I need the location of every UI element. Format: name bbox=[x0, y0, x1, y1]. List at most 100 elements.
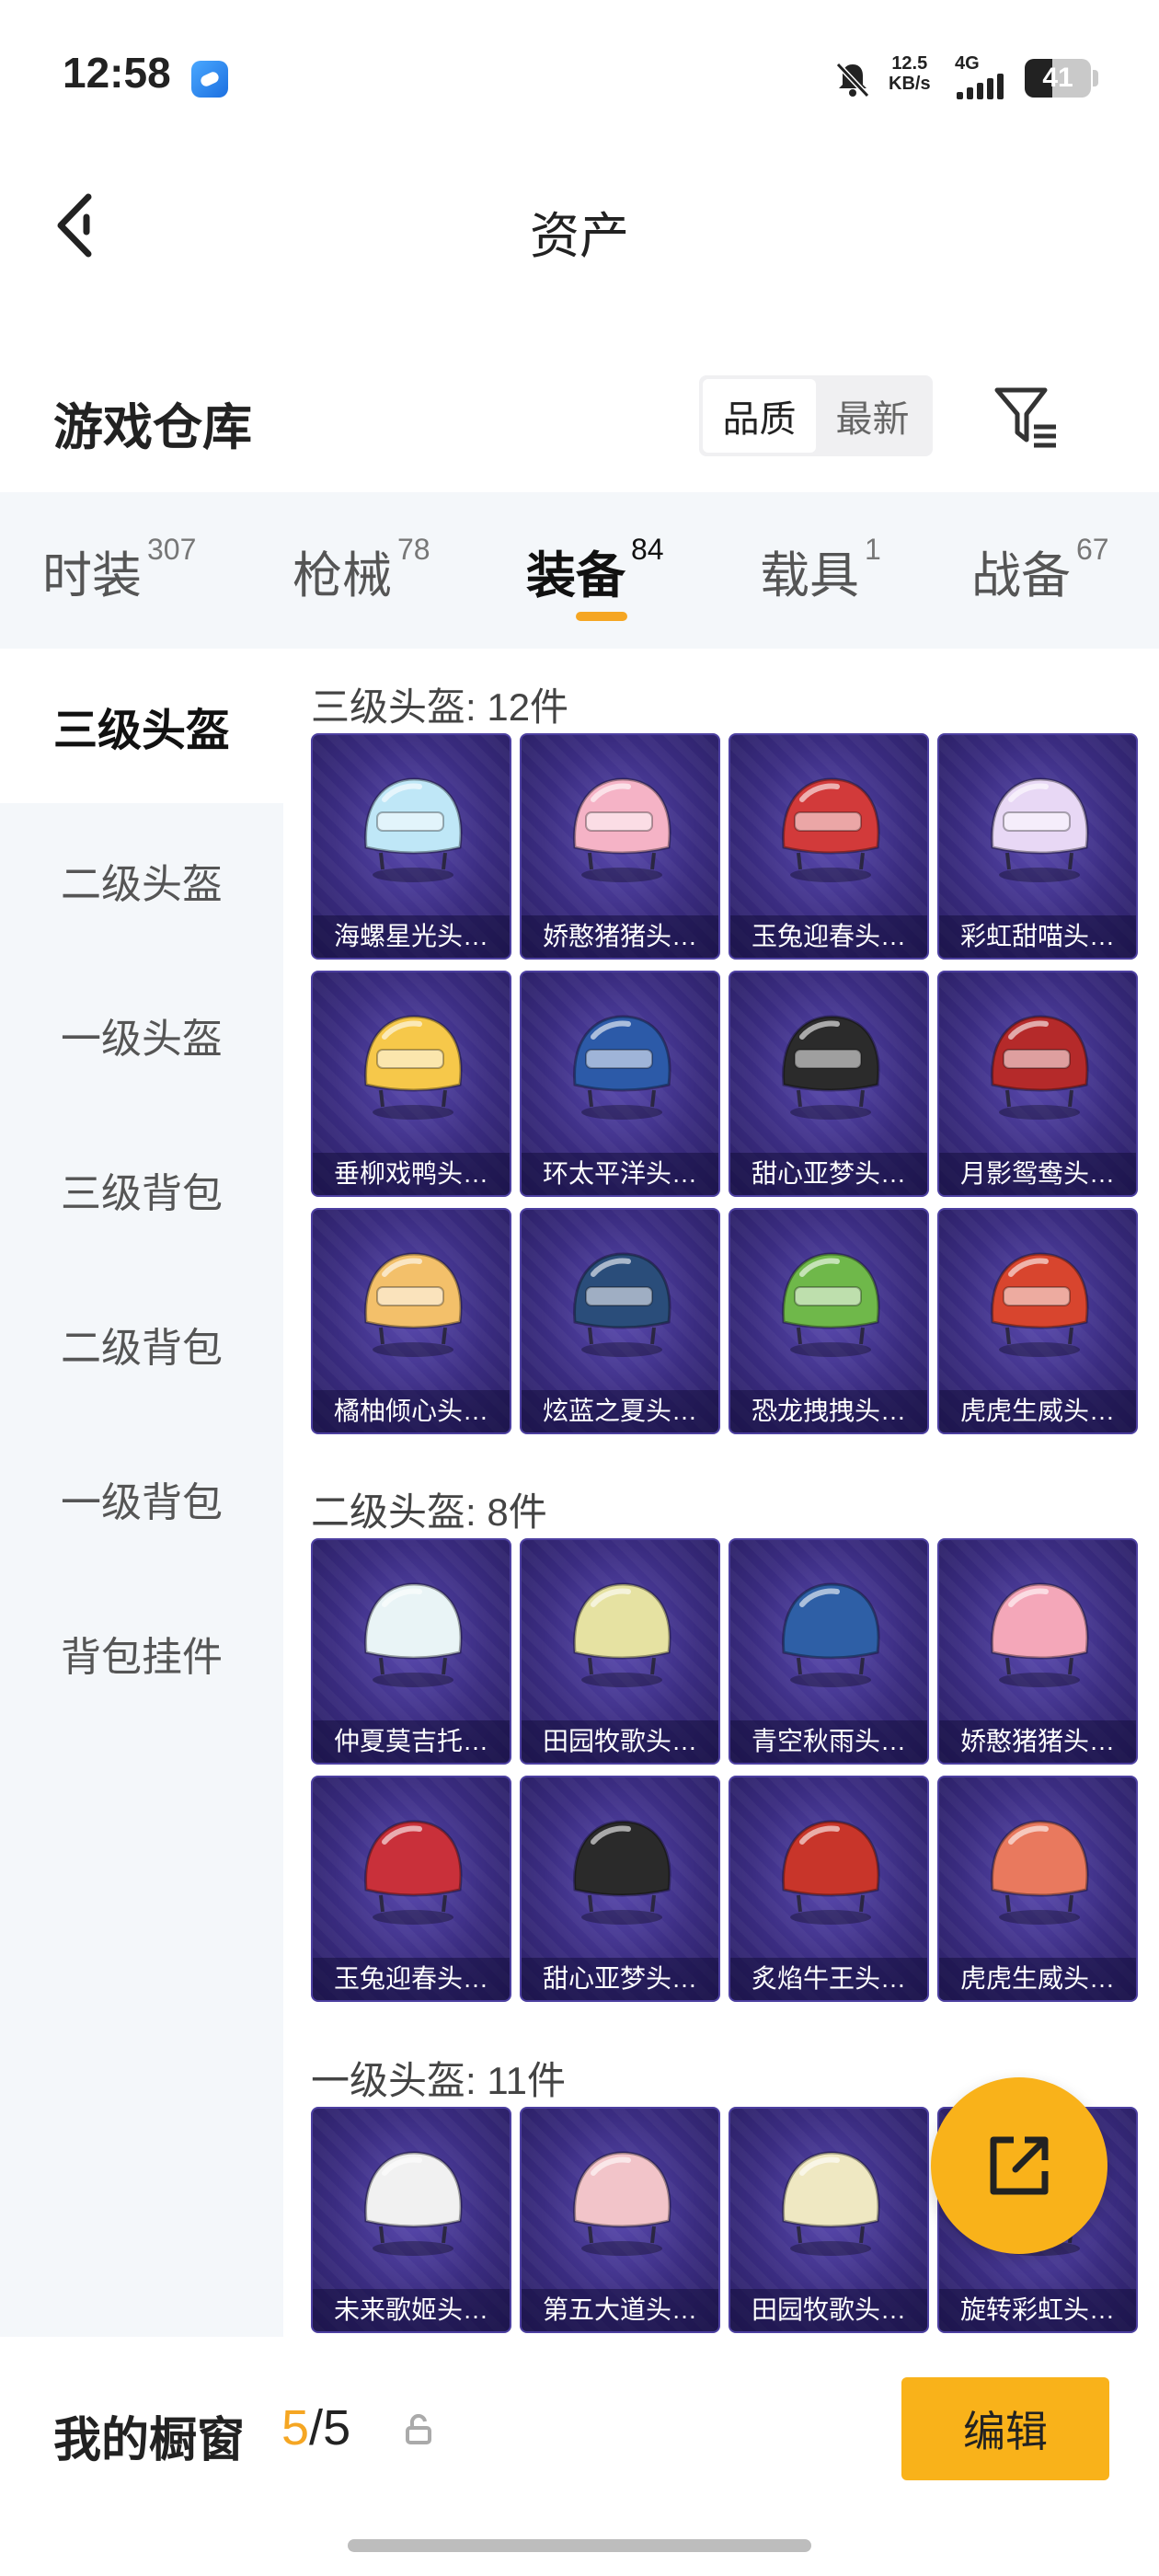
tab-count: 1 bbox=[865, 533, 881, 566]
tab-label: 装备 bbox=[526, 548, 625, 604]
showcase-label: 我的橱窗 bbox=[53, 2414, 246, 2467]
group-title-level2: 二级头盔: 8件 bbox=[311, 1490, 547, 1534]
item-card[interactable]: 恐龙拽拽头… bbox=[729, 1208, 929, 1434]
item-name: 玉兔迎春头… bbox=[313, 1958, 510, 2000]
item-card[interactable]: 第五大道头… bbox=[520, 2107, 720, 2333]
helmet-icon bbox=[573, 2151, 671, 2256]
sort-option-quality[interactable]: 品质 bbox=[703, 379, 816, 453]
item-name: 月影鸳鸯头… bbox=[939, 1153, 1136, 1195]
sort-toggle: 品质 最新 bbox=[699, 375, 933, 456]
active-tab-indicator bbox=[576, 612, 627, 621]
helmet-icon bbox=[364, 2151, 463, 2256]
showcase-separator: / bbox=[309, 2400, 324, 2455]
tab-count: 307 bbox=[147, 533, 197, 566]
item-name: 田园牧歌头… bbox=[730, 2289, 927, 2331]
helmet-icon bbox=[573, 1820, 671, 1925]
item-name: 炫蓝之夏头… bbox=[522, 1390, 718, 1432]
edit-button[interactable]: 编辑 bbox=[901, 2377, 1109, 2480]
item-card[interactable]: 炙焰牛王头… bbox=[729, 1776, 929, 2002]
item-card[interactable]: 娇憨猪猪头… bbox=[937, 1538, 1138, 1765]
item-card[interactable]: 环太平洋头… bbox=[520, 971, 720, 1197]
tab-combat-gear[interactable]: 战备 67 bbox=[971, 533, 1109, 607]
item-card[interactable]: 彩虹甜喵头… bbox=[937, 733, 1138, 960]
showcase-current: 5 bbox=[281, 2400, 310, 2455]
share-button[interactable] bbox=[931, 2077, 1107, 2254]
item-name: 第五大道头… bbox=[522, 2289, 718, 2331]
sidebar-item-level3-helmet[interactable]: 三级头盔 bbox=[0, 649, 283, 803]
item-card[interactable]: 玉兔迎春头… bbox=[311, 1776, 511, 2002]
item-card[interactable]: 田园牧歌头… bbox=[729, 2107, 929, 2333]
sidebar-item-level2-backpack[interactable]: 二级背包 bbox=[0, 1267, 283, 1421]
item-card[interactable]: 垂柳戏鸭头… bbox=[311, 971, 511, 1197]
network-speed-unit: KB/s bbox=[889, 74, 931, 94]
item-card[interactable]: 海螺星光头… bbox=[311, 733, 511, 960]
sidebar-item-level1-helmet[interactable]: 一级头盔 bbox=[0, 958, 283, 1112]
page-title: 资产 bbox=[530, 209, 629, 264]
group-title-level1: 一级头盔: 11件 bbox=[311, 2059, 566, 2102]
item-card[interactable]: 玉兔迎春头… bbox=[729, 733, 929, 960]
tab-vehicles[interactable]: 载具 1 bbox=[760, 533, 881, 607]
item-card[interactable]: 甜心亚梦头… bbox=[520, 1776, 720, 2002]
item-card[interactable]: 仲夏莫吉托… bbox=[311, 1538, 511, 1765]
tab-label: 枪械 bbox=[293, 548, 392, 604]
item-card[interactable]: 炫蓝之夏头… bbox=[520, 1208, 720, 1434]
item-name: 炙焰牛王头… bbox=[730, 1958, 927, 2000]
sidebar-item-level2-helmet[interactable]: 二级头盔 bbox=[0, 803, 283, 958]
helmet-icon bbox=[782, 1252, 880, 1357]
item-card[interactable]: 娇憨猪猪头… bbox=[520, 733, 720, 960]
tab-count: 84 bbox=[631, 533, 664, 566]
helmet-icon bbox=[364, 1820, 463, 1925]
item-card[interactable]: 虎虎生威头… bbox=[937, 1208, 1138, 1434]
lock-icon bbox=[406, 2414, 431, 2444]
tab-count: 78 bbox=[397, 533, 430, 566]
helmet-icon bbox=[782, 1820, 880, 1925]
category-tabs: 时装 307 枪械 78 装备 84 载具 1 战备 67 bbox=[0, 492, 1159, 649]
filter-icon[interactable] bbox=[990, 381, 1063, 454]
helmet-icon bbox=[782, 1015, 880, 1120]
item-name: 娇憨猪猪头… bbox=[522, 915, 718, 958]
sort-option-newest[interactable]: 最新 bbox=[816, 379, 929, 453]
helmet-icon bbox=[782, 2151, 880, 2256]
item-card[interactable]: 月影鸳鸯头… bbox=[937, 971, 1138, 1197]
item-card[interactable]: 橘柚倾心头… bbox=[311, 1208, 511, 1434]
item-name: 甜心亚梦头… bbox=[522, 1958, 718, 2000]
showcase-total: 5 bbox=[323, 2400, 351, 2455]
helmet-icon bbox=[573, 1252, 671, 1357]
helmet-icon bbox=[991, 1252, 1089, 1357]
helmet-icon bbox=[991, 777, 1089, 882]
item-name: 甜心亚梦头… bbox=[730, 1153, 927, 1195]
sidebar-item-backpack-charm[interactable]: 背包挂件 bbox=[0, 1576, 283, 1731]
item-name: 垂柳戏鸭头… bbox=[313, 1153, 510, 1195]
sidebar-item-level3-backpack[interactable]: 三级背包 bbox=[0, 1112, 283, 1267]
mute-bell-icon bbox=[835, 62, 870, 98]
showcase-count: 5/5 bbox=[281, 2399, 350, 2456]
network-speed-value: 12.5 bbox=[891, 53, 928, 74]
item-name: 橘柚倾心头… bbox=[313, 1390, 510, 1432]
item-card[interactable]: 田园牧歌头… bbox=[520, 1538, 720, 1765]
helmet-icon bbox=[782, 777, 880, 882]
tab-label: 载具 bbox=[760, 548, 859, 604]
item-name: 海螺星光头… bbox=[313, 915, 510, 958]
item-card[interactable]: 甜心亚梦头… bbox=[729, 971, 929, 1197]
tab-equipment[interactable]: 装备 84 bbox=[526, 533, 664, 607]
tab-guns[interactable]: 枪械 78 bbox=[293, 533, 430, 607]
item-card[interactable]: 青空秋雨头… bbox=[729, 1538, 929, 1765]
group-title-level3: 三级头盔: 12件 bbox=[311, 685, 569, 729]
item-name: 恐龙拽拽头… bbox=[730, 1390, 927, 1432]
item-name: 田园牧歌头… bbox=[522, 1720, 718, 1763]
item-card[interactable]: 虎虎生威头… bbox=[937, 1776, 1138, 2002]
subcategory-sidebar: 三级头盔 二级头盔 一级头盔 三级背包 二级背包 一级背包 背包挂件 bbox=[0, 649, 283, 2337]
item-name: 彩虹甜喵头… bbox=[939, 915, 1136, 958]
tab-label: 战备 bbox=[971, 548, 1071, 604]
tab-count: 67 bbox=[1076, 533, 1109, 566]
battery-level: 41 bbox=[1042, 63, 1073, 93]
share-icon bbox=[990, 2136, 1049, 2195]
helmet-icon bbox=[364, 1015, 463, 1120]
sidebar-item-level1-backpack[interactable]: 一级背包 bbox=[0, 1421, 283, 1576]
showcase-bar: 我的橱窗 5/5 编辑 bbox=[0, 2337, 1159, 2576]
home-indicator[interactable] bbox=[348, 2539, 811, 2552]
network-speed: 12.5 KB/s bbox=[889, 53, 931, 94]
item-name: 旋转彩虹头… bbox=[939, 2289, 1136, 2331]
item-card[interactable]: 未来歌姬头… bbox=[311, 2107, 511, 2333]
tab-fashion[interactable]: 时装 307 bbox=[42, 533, 197, 607]
